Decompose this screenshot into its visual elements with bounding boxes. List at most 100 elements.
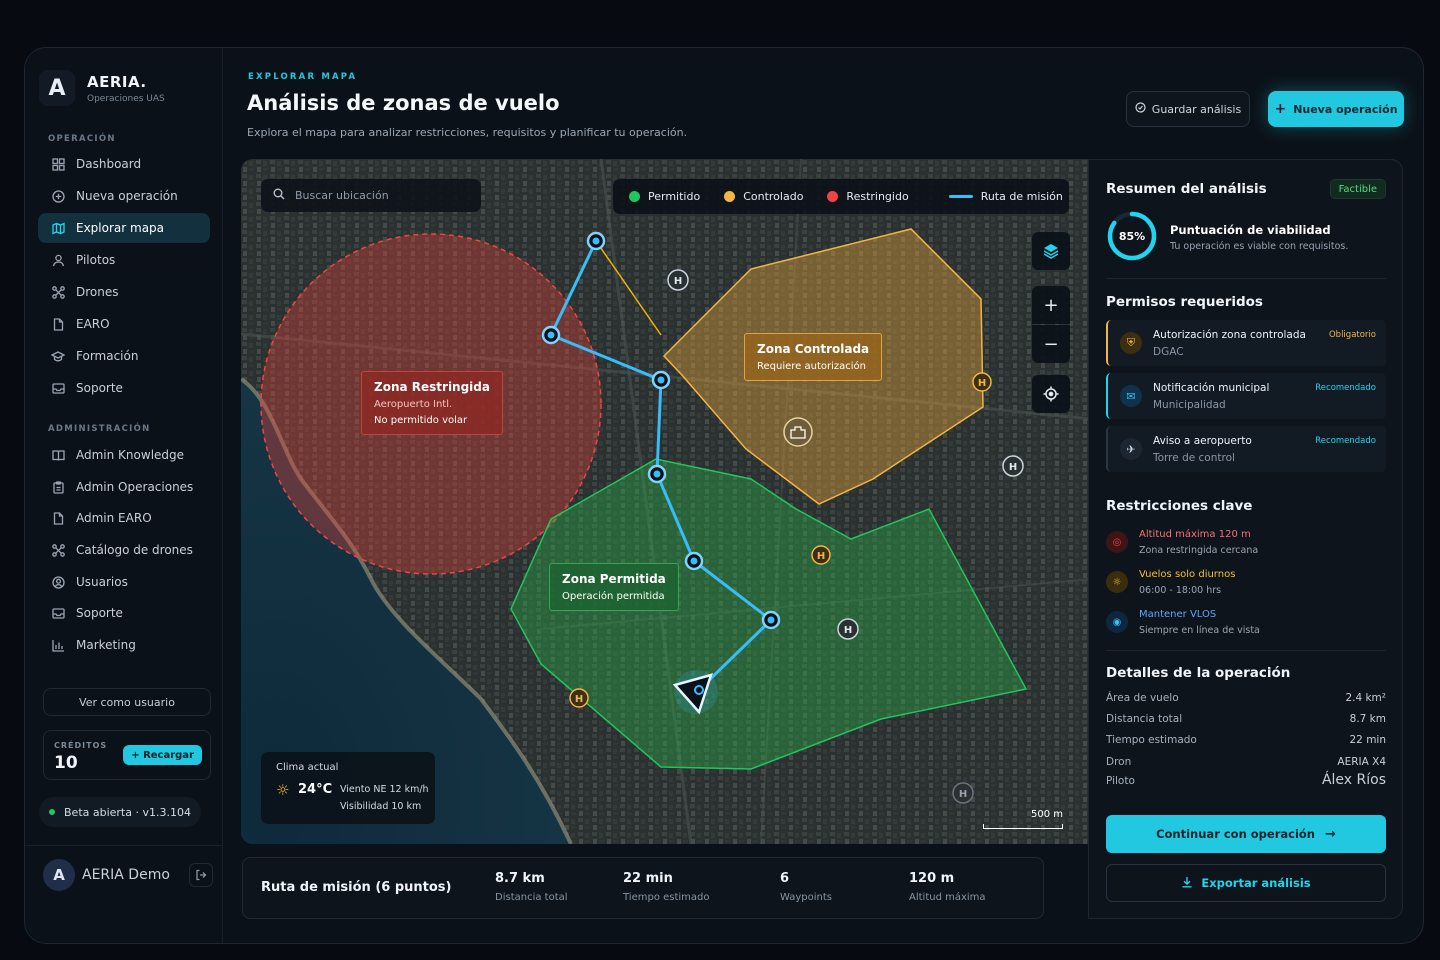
sidebar-item-label: Marketing — [76, 638, 136, 652]
sidebar-item-earo[interactable]: EARO — [38, 309, 210, 339]
allowed-zone-label[interactable]: Zona Permitida Operación permitida — [549, 563, 679, 611]
viability-score-ring: 85% — [1107, 211, 1157, 261]
legend-restricted: Restringido — [827, 190, 909, 203]
detail-value: Álex Ríos — [1321, 772, 1386, 788]
restriction-sub: 06:00 - 18:00 hrs — [1139, 585, 1222, 596]
plus-icon: + — [1274, 101, 1287, 117]
sidebar-item-drone-catalog[interactable]: Catálogo de drones — [38, 535, 210, 565]
credits-value: 10 — [54, 753, 78, 773]
summary-title: Resumen del análisis — [1106, 181, 1267, 197]
sidebar-item-support[interactable]: Soporte — [38, 373, 210, 403]
zone-subtitle: Requiere autorización — [757, 361, 866, 372]
permit-authority: Torre de control — [1153, 452, 1235, 464]
weather-wind: Viento NE 12 km/h — [340, 784, 429, 795]
eye-icon: ◉ — [1106, 611, 1128, 633]
legend-label: Ruta de misión — [980, 190, 1063, 203]
export-analysis-button[interactable]: Exportar análisis — [1106, 864, 1386, 902]
sun-icon: ☼ — [1106, 571, 1128, 593]
restriction-sub: Siempre en línea de vista — [1139, 625, 1260, 636]
legend-allowed: Permitido — [629, 190, 700, 203]
details-title: Detalles de la operación — [1106, 665, 1291, 681]
recharge-button[interactable]: + Recargar — [123, 745, 202, 765]
search-icon — [273, 188, 285, 203]
legend-controlled: Controlado — [724, 190, 803, 203]
svg-text:H: H — [575, 694, 583, 705]
controlled-zone-label[interactable]: Zona Controlada Requiere autorización — [744, 333, 883, 381]
mission-stat-waypoints: 6 Waypoints — [780, 871, 832, 903]
shield-icon: ⛨ — [1120, 332, 1142, 354]
sidebar-item-admin-knowledge[interactable]: Admin Knowledge — [38, 440, 210, 470]
user-profile[interactable]: A AERIA Demo — [43, 858, 213, 892]
legend-label: Restringido — [846, 190, 909, 203]
sidebar-item-training[interactable]: Formación — [38, 341, 210, 371]
user-name: AERIA Demo — [82, 867, 170, 883]
zone-title: Zona Controlada — [757, 342, 870, 356]
brand[interactable]: A AERIA. Operaciones UAS — [39, 70, 165, 106]
locate-icon[interactable] — [1032, 375, 1070, 413]
zone-title: Zona Permitida — [562, 572, 666, 586]
zoom-in-button[interactable]: + — [1032, 286, 1070, 324]
detail-label: Área de vuelo — [1106, 692, 1179, 704]
brand-name: AERIA. — [87, 72, 147, 91]
sidebar-item-label: Usuarios — [76, 575, 128, 589]
user-circle-icon — [51, 575, 65, 589]
weather-card: Clima actual ☼ 24°C Viento NE 12 km/h Vi… — [261, 752, 435, 824]
brand-logo: A — [39, 70, 75, 106]
stat-value: 6 — [780, 871, 790, 886]
zone-subtitle: Operación permitida — [562, 591, 665, 602]
score-subtitle: Tu operación es viable con requisitos. — [1170, 241, 1349, 252]
sidebar-item-label: Drones — [76, 285, 119, 299]
sidebar-item-dashboard[interactable]: Dashboard — [38, 149, 210, 179]
map-legend: Permitido Controlado Restringido Ruta de… — [613, 179, 1069, 214]
svg-text:H: H — [674, 276, 682, 287]
section-label-operation: OPERACIÓN — [48, 134, 116, 144]
layers-icon[interactable] — [1032, 232, 1070, 270]
stat-value: 120 m — [909, 871, 955, 886]
new-operation-button[interactable]: + Nueva operación — [1268, 91, 1404, 127]
plus-circle-icon — [51, 189, 65, 203]
sidebar-item-admin-operations[interactable]: Admin Operaciones — [38, 472, 210, 502]
save-analysis-label: Guardar análisis — [1151, 102, 1242, 116]
status-badge: Factible — [1329, 179, 1386, 199]
continue-label: Continuar con operación — [1156, 827, 1315, 841]
permit-item[interactable]: ✉ Notificación municipal Municipalidad R… — [1106, 373, 1386, 419]
sidebar-item-pilots[interactable]: Pilotos — [38, 245, 210, 275]
permit-title: Aviso a aeropuerto — [1153, 435, 1252, 447]
permit-tag: Recomendado — [1315, 383, 1376, 393]
permit-title: Autorización zona controlada — [1153, 329, 1306, 341]
sidebar-item-marketing[interactable]: Marketing — [38, 630, 210, 660]
sidebar-item-label: Nueva operación — [76, 189, 178, 203]
stat-value: 8.7 km — [495, 871, 545, 886]
sidebar-item-users[interactable]: Usuarios — [38, 567, 210, 597]
stat-label: Tiempo estimado — [623, 892, 710, 903]
sidebar-item-admin-earo[interactable]: Admin EARO — [38, 503, 210, 533]
map-search-input[interactable]: Buscar ubicación — [261, 179, 481, 212]
sidebar-item-new-operation[interactable]: Nueva operación — [38, 181, 210, 211]
detail-value: AERIA X4 — [1337, 756, 1386, 768]
view-as-user-button[interactable]: Ver como usuario — [43, 688, 211, 716]
map-canvas[interactable]: H H H H H H H Buscar ubicación Permitido… — [241, 159, 1091, 844]
grid-icon — [51, 157, 65, 171]
credits-label: CRÉDITOS — [54, 741, 108, 750]
permit-item[interactable]: ⛨ Autorización zona controlada DGAC Obli… — [1106, 320, 1386, 366]
stat-label: Altitud máxima — [909, 892, 986, 903]
book-icon — [51, 448, 65, 462]
sidebar-item-admin-support[interactable]: Soporte — [38, 598, 210, 628]
restricted-zone-label[interactable]: Zona Restringida Aeropuerto Intl. No per… — [361, 371, 503, 435]
continue-operation-button[interactable]: Continuar con operación → — [1106, 815, 1386, 853]
mission-summary-bar: Ruta de misión (6 puntos) 8.7 km Distanc… — [242, 857, 1044, 919]
credits-card: CRÉDITOS 10 + Recargar — [43, 730, 211, 780]
controlled-dot — [724, 191, 736, 202]
logout-icon[interactable] — [189, 863, 213, 887]
sidebar-item-drones[interactable]: Drones — [38, 277, 210, 307]
restricted-dot — [827, 191, 839, 202]
section-label-admin: ADMINISTRACIÓN — [48, 424, 151, 434]
sidebar-item-label: Admin EARO — [76, 511, 152, 525]
sidebar: A AERIA. Operaciones UAS OPERACIÓN Dashb… — [25, 48, 223, 943]
permit-item[interactable]: ✈ Aviso a aeropuerto Torre de control Re… — [1106, 426, 1386, 472]
zoom-out-button[interactable]: − — [1032, 325, 1070, 363]
save-analysis-button[interactable]: Guardar análisis — [1126, 91, 1250, 127]
sidebar-item-explore-map[interactable]: Explorar mapa — [38, 213, 210, 243]
avatar: A — [43, 859, 75, 891]
status-dot — [49, 809, 55, 815]
